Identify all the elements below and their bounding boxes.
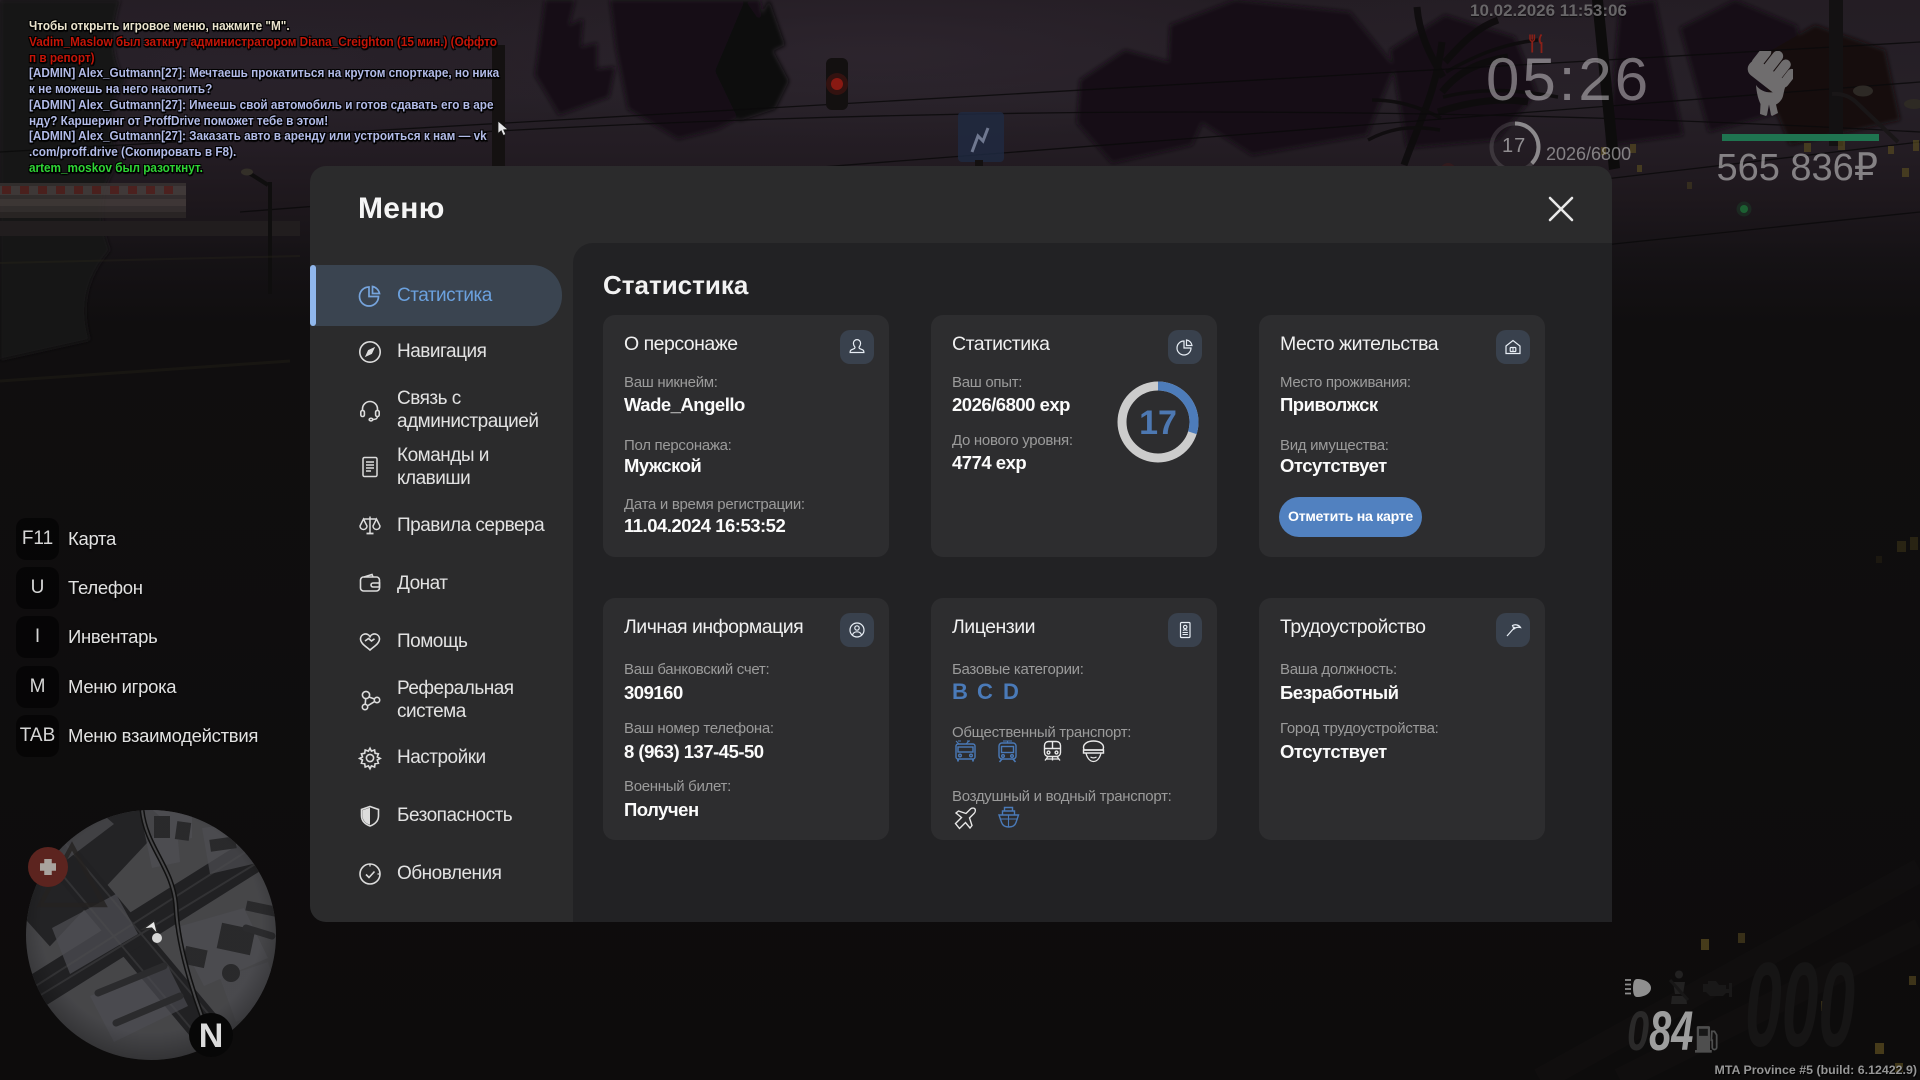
svg-text:N: N <box>199 1017 224 1055</box>
svg-text:17: 17 <box>1139 404 1177 442</box>
